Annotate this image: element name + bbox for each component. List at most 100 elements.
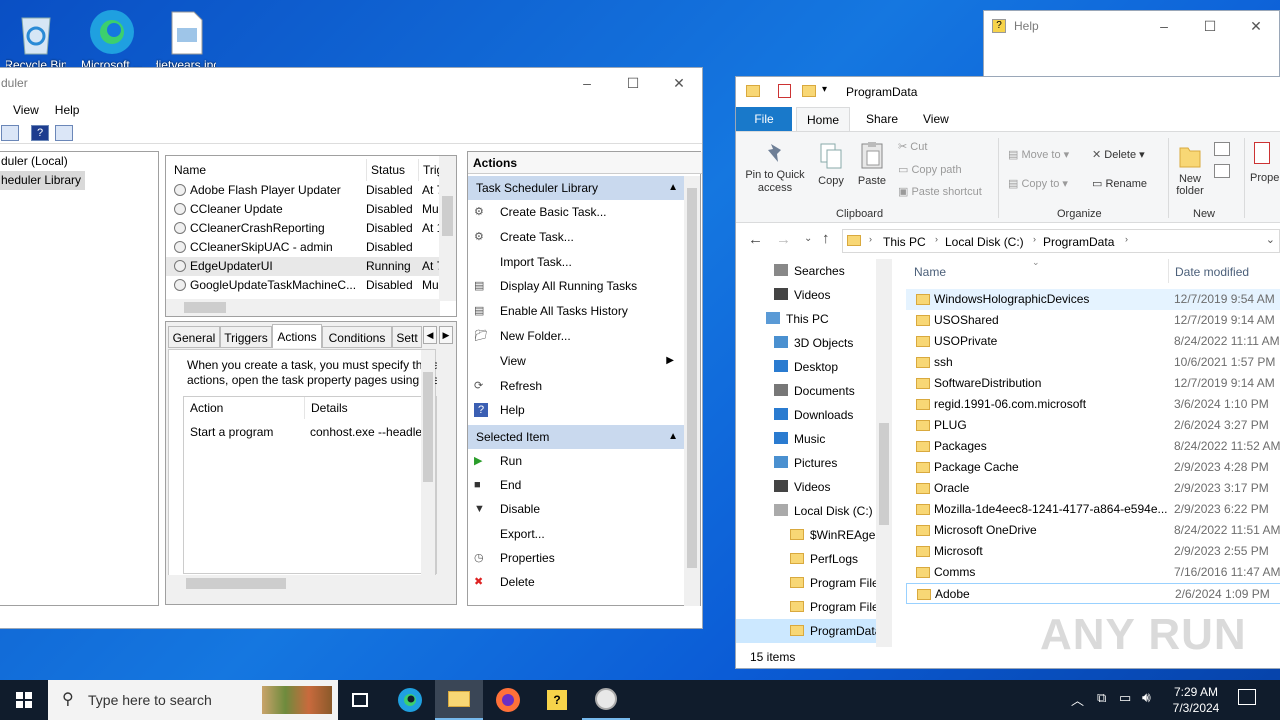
recent-locations-button[interactable]: ⌄ — [804, 233, 812, 244]
show-hidden-icons-button[interactable]: ︿ — [1071, 690, 1084, 709]
nav-item[interactable]: Documents — [736, 379, 876, 403]
file-row[interactable]: Microsoft OneDrive 8/24/2022 11:51 AM — [906, 520, 1280, 541]
file-row[interactable]: Packages 8/24/2022 11:52 AM — [906, 436, 1280, 457]
copy-button[interactable]: Copy — [814, 142, 848, 187]
nav-item[interactable]: Program Files — [736, 571, 885, 595]
delete-button[interactable]: ✕ Delete ▾ — [1092, 148, 1145, 161]
nav-item[interactable]: Downloads — [736, 403, 876, 427]
task-list-vscroll[interactable] — [439, 156, 456, 301]
taskbar-task-scheduler[interactable] — [582, 680, 630, 720]
move-to-button[interactable]: ▤ Move to ▾ — [1008, 148, 1069, 161]
actions-vscroll[interactable] — [684, 176, 700, 606]
cut-button[interactable]: ✂ Cut — [898, 140, 927, 153]
nav-item[interactable]: Program Files — [736, 595, 885, 619]
start-button[interactable] — [0, 680, 48, 720]
customize-toolbar-icon[interactable]: ▾ — [822, 84, 827, 95]
breadcrumb-this-pc[interactable]: This PC — [883, 235, 926, 249]
ethernet-icon[interactable]: ▭ — [1119, 690, 1131, 706]
address-dropdown-icon[interactable]: ⌄ — [1266, 233, 1275, 246]
clock[interactable]: 7:29 AM 7/3/2024 — [1166, 684, 1226, 716]
task-row[interactable]: EdgeUpdaterUI Running At 7 — [166, 257, 440, 276]
action-item[interactable]: Import Task... — [468, 250, 684, 274]
col-details[interactable]: Details — [304, 397, 348, 419]
task-row[interactable]: CCleaner Update Disabled Mu — [166, 200, 440, 219]
new-item-icon[interactable] — [1214, 142, 1230, 156]
file-row[interactable]: Mozilla-1de4eec8-1241-4177-a864-e594e...… — [906, 499, 1280, 520]
forward-button[interactable]: → — [776, 231, 791, 248]
file-row[interactable]: USOShared 12/7/2019 9:14 AM — [906, 310, 1280, 331]
action-item[interactable]: ▤ Enable All Tasks History — [468, 299, 684, 323]
col-action[interactable]: Action — [190, 401, 223, 415]
details-hscroll[interactable] — [168, 575, 436, 592]
action-item[interactable]: ⚙ Create Basic Task... — [468, 200, 684, 224]
file-row[interactable]: Comms 7/16/2016 11:47 AM — [906, 562, 1280, 583]
nav-item[interactable]: This PC — [736, 307, 876, 331]
action-item[interactable]: ⚙ Create Task... — [468, 225, 684, 249]
action-item[interactable]: ▶ Run — [468, 449, 684, 473]
nav-item[interactable]: Searches — [736, 259, 876, 283]
file-row[interactable]: regid.1991-06.com.microsoft 3/6/2024 1:10… — [906, 394, 1280, 415]
nav-item[interactable]: Local Disk (C:) — [736, 499, 876, 523]
task-row[interactable]: GoogleUpdateTaskMachineC... Disabled Mu — [166, 276, 440, 295]
file-row[interactable]: PLUG 2/6/2024 3:27 PM — [906, 415, 1280, 436]
col-name[interactable]: Name — [174, 159, 206, 181]
show-hide-action-pane-icon[interactable] — [55, 125, 73, 141]
new-folder-quick-icon[interactable] — [802, 85, 816, 97]
file-row[interactable]: Oracle 2/9/2023 3:17 PM — [906, 478, 1280, 499]
close-button[interactable]: ✕ — [1233, 11, 1279, 41]
network-icon[interactable]: ⧉ — [1097, 690, 1106, 706]
action-item[interactable]: ⟳ Refresh — [468, 374, 684, 398]
nav-item[interactable]: Music — [736, 427, 876, 451]
nav-item[interactable]: PerfLogs — [736, 547, 876, 571]
help-icon[interactable]: ? — [31, 125, 49, 141]
task-scheduler-window[interactable]: duler – ☐ ✕ View Help ? duler (Local) he… — [0, 67, 703, 629]
nav-item[interactable]: $WinREAgent — [736, 523, 885, 547]
desktop-icon-edge[interactable]: Microsoft ... — [82, 6, 142, 68]
breadcrumb-local-disk[interactable]: Local Disk (C:) — [945, 235, 1024, 249]
tab-actions[interactable]: Actions — [272, 324, 322, 348]
file-explorer-window[interactable]: ▾ ProgramData File Home Share View Pin t… — [735, 76, 1280, 669]
nav-vscroll[interactable] — [876, 259, 892, 647]
copy-to-button[interactable]: ▤ Copy to ▾ — [1008, 177, 1068, 190]
properties-quick-icon[interactable] — [778, 84, 791, 98]
volume-icon[interactable]: 🔊︎ — [1142, 689, 1151, 706]
action-item[interactable]: ▼ Disable — [468, 497, 684, 521]
task-row[interactable]: CCleanerSkipUAC - admin Disabled — [166, 238, 440, 257]
address-bar[interactable]: › This PC › Local Disk (C:) › ProgramDat… — [842, 229, 1280, 253]
tab-file[interactable]: File — [736, 107, 792, 131]
tree-item-local[interactable]: duler (Local) — [1, 152, 68, 171]
menu-help[interactable]: Help — [47, 103, 88, 117]
paste-shortcut-button[interactable]: ▣ Paste shortcut — [898, 185, 982, 198]
nav-item[interactable]: Desktop — [736, 355, 876, 379]
notifications-icon[interactable] — [1238, 689, 1256, 705]
details-vscroll[interactable] — [421, 350, 435, 588]
file-row[interactable]: ssh 10/6/2021 1:57 PM — [906, 352, 1280, 373]
maximize-button[interactable]: ☐ — [1187, 11, 1233, 41]
tab-view[interactable]: View — [923, 112, 949, 126]
nav-item[interactable]: Videos — [736, 283, 876, 307]
nav-item[interactable]: 3D Objects — [736, 331, 876, 355]
show-hide-tree-icon[interactable] — [1, 125, 19, 141]
action-item[interactable]: ▤ Display All Running Tasks — [468, 274, 684, 298]
section-selected-item[interactable]: Selected Item ▲ — [468, 425, 684, 449]
action-item[interactable]: View ▶ — [468, 349, 684, 373]
tab-sett[interactable]: Sett — [392, 326, 422, 348]
tab-scroll-right-button[interactable]: ▶ — [439, 326, 453, 344]
action-row[interactable]: Start a program conhost.exe --headless — [184, 423, 438, 443]
file-row[interactable]: Adobe 2/6/2024 1:09 PM — [906, 583, 1280, 604]
action-item[interactable]: Export... — [468, 522, 684, 546]
rename-button[interactable]: ▭ Rename — [1092, 177, 1147, 190]
file-row[interactable]: WindowsHolographicDevices 12/7/2019 9:54 … — [906, 289, 1280, 310]
tab-triggers[interactable]: Triggers — [220, 326, 272, 348]
new-folder-button[interactable]: New folder — [1172, 140, 1208, 197]
action-item[interactable]: ? Help — [468, 398, 684, 422]
col-name-header[interactable]: Name — [914, 265, 946, 279]
taskbar-firefox[interactable] — [484, 680, 532, 720]
easy-access-icon[interactable] — [1214, 164, 1230, 178]
task-row[interactable]: CCleanerCrashReporting Disabled At 1 — [166, 219, 440, 238]
taskbar-search-box[interactable]: ⚲ Type here to search — [48, 680, 338, 720]
nav-item[interactable]: Pictures — [736, 451, 876, 475]
task-view-button[interactable] — [336, 680, 384, 720]
taskbar-edge[interactable] — [386, 680, 434, 720]
action-item[interactable]: ◷ Properties — [468, 546, 684, 570]
